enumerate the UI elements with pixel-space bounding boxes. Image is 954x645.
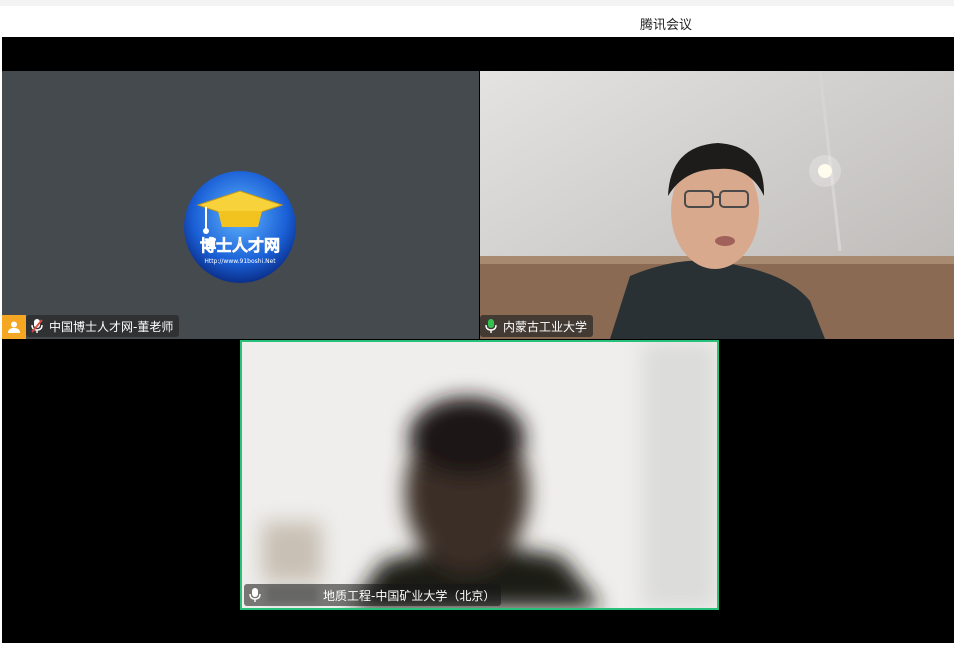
video-tile-active-speaker[interactable]: 地质工程-中国矿业大学（北京） bbox=[240, 340, 719, 610]
participant-nametag: 中国博士人才网-董老师 bbox=[26, 315, 180, 337]
video-tile-host[interactable]: 博士人才网 Http://www.91boshi.Net 中国博士人才网-董老师 bbox=[2, 71, 479, 339]
mic-icon bbox=[249, 588, 261, 602]
person-icon bbox=[8, 321, 20, 333]
video-grid: 博士人才网 Http://www.91boshi.Net 中国博士人才网-董老师 bbox=[2, 37, 954, 643]
mic-muted-icon bbox=[31, 319, 43, 333]
title-bar: 腾讯会议 bbox=[0, 0, 954, 37]
logo-url-text: Http://www.91boshi.Net bbox=[204, 258, 276, 265]
window-title: 腾讯会议 bbox=[639, 18, 692, 33]
mic-icon bbox=[485, 319, 497, 333]
participant-name: 地质工程-中国矿业大学（北京） bbox=[323, 588, 496, 603]
participant-name: 内蒙古工业大学 bbox=[503, 319, 588, 334]
participant-nametag: 内蒙古工业大学 bbox=[480, 315, 594, 337]
participant-name: 中国博士人才网-董老师 bbox=[49, 319, 174, 334]
camera-feed-blurred bbox=[242, 342, 717, 608]
video-tile-participant[interactable]: 内蒙古工业大学 bbox=[480, 71, 954, 339]
blurred-region bbox=[267, 587, 317, 603]
participant-nametag: 地质工程-中国矿业大学（北京） bbox=[244, 584, 502, 606]
camera-feed bbox=[480, 71, 954, 339]
boshi-logo-avatar: 博士人才网 Http://www.91boshi.Net bbox=[184, 171, 296, 283]
logo-brand-text: 博士人才网 bbox=[200, 236, 280, 255]
host-badge bbox=[2, 315, 26, 339]
